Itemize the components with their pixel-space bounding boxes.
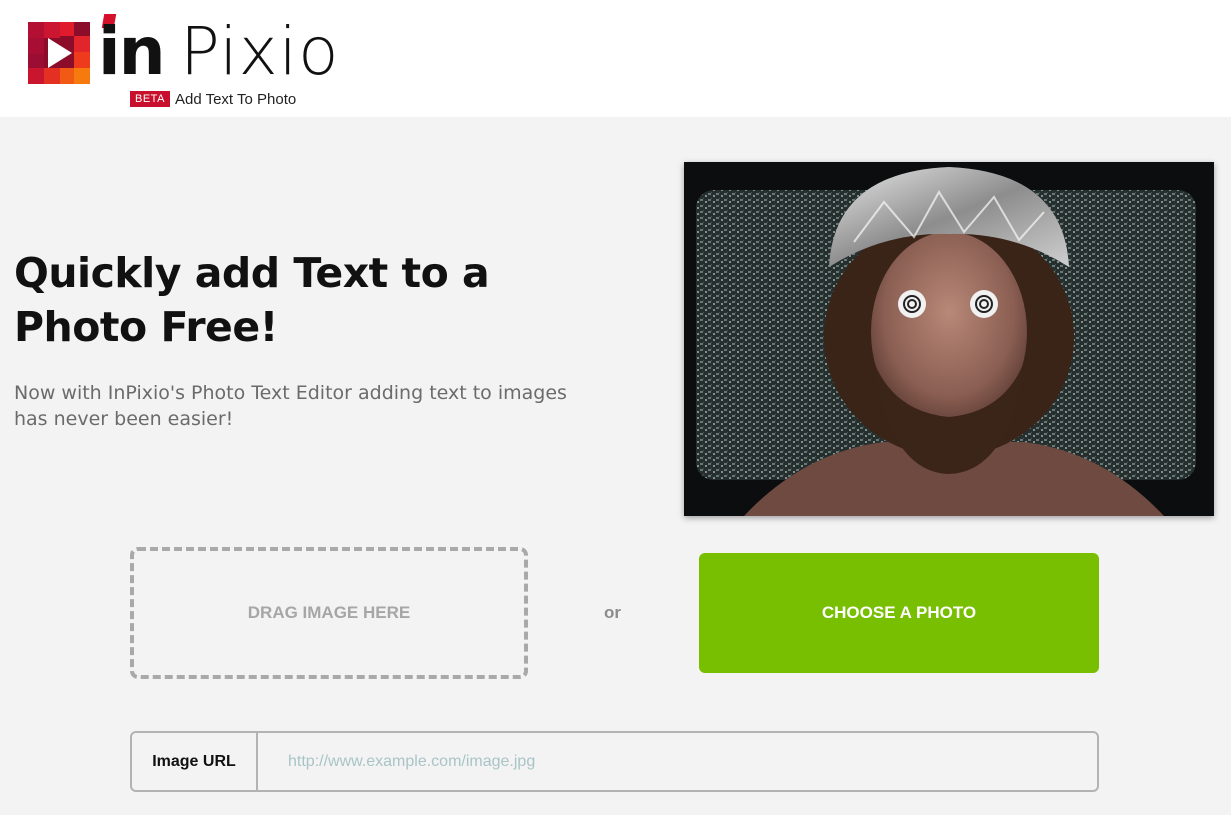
site-header: in Pixio BETA Add Text To Photo xyxy=(0,0,1231,117)
image-url-label: Image URL xyxy=(132,733,258,790)
choose-photo-button[interactable]: CHOOSE A PHOTO xyxy=(699,553,1099,673)
image-url-input[interactable] xyxy=(258,733,1097,790)
choose-photo-label: CHOOSE A PHOTO xyxy=(821,603,977,622)
inpixio-logo[interactable]: in Pixio BETA Add Text To Photo xyxy=(28,13,358,114)
or-separator: or xyxy=(604,603,621,622)
logo-in-text: in xyxy=(98,13,166,90)
product-subtitle: Add Text To Photo xyxy=(175,91,297,108)
dropzone-label: DRAG IMAGE HERE xyxy=(247,603,411,622)
hero-photo-image xyxy=(684,162,1214,516)
beta-badge: BETA xyxy=(130,91,170,107)
hero-description: Now with InPixio's Photo Text Editor add… xyxy=(14,382,567,430)
drag-image-dropzone[interactable]: DRAG IMAGE HERE xyxy=(130,547,528,679)
image-url-bar: Image URL xyxy=(130,731,1099,792)
hero-photo xyxy=(684,162,1214,516)
logo-pixio-text: Pixio xyxy=(180,13,340,90)
play-icon xyxy=(28,22,90,84)
hero-headline: Quickly add Text to a Photo Free! xyxy=(14,249,490,351)
